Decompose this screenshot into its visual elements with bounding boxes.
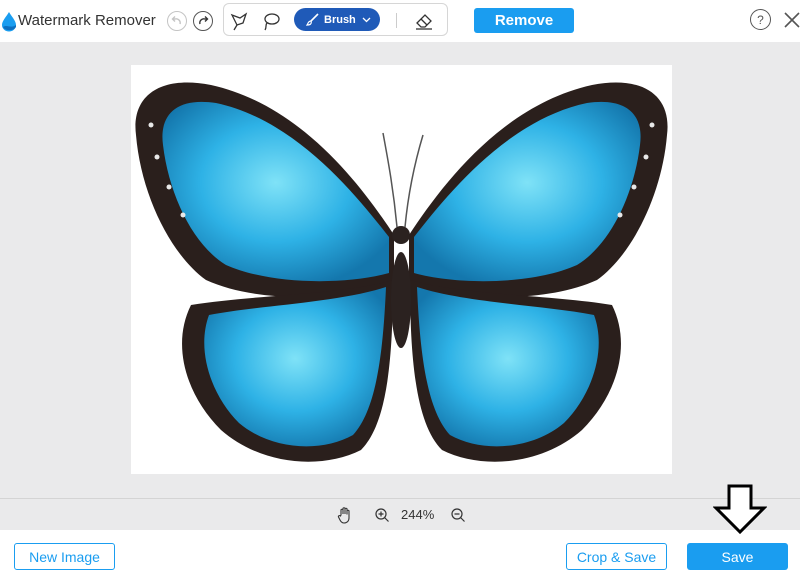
- zoom-controls-bar: 244%: [0, 498, 800, 530]
- butterfly-illustration: [135, 82, 668, 462]
- chevron-down-icon: [362, 17, 371, 22]
- brush-icon: [306, 13, 319, 26]
- save-button[interactable]: Save: [687, 543, 788, 570]
- help-button[interactable]: ?: [750, 9, 771, 30]
- undo-icon: [171, 16, 181, 25]
- close-icon[interactable]: [782, 10, 800, 30]
- polygonal-lasso-icon[interactable]: [229, 11, 249, 31]
- brush-tool-button[interactable]: Brush: [294, 8, 380, 31]
- remove-button[interactable]: Remove: [474, 8, 574, 33]
- down-arrow-icon: [713, 484, 767, 534]
- zoom-out-icon[interactable]: [450, 507, 466, 523]
- toolbar-divider: [396, 13, 397, 28]
- redo-icon: [199, 16, 209, 25]
- top-toolbar: Watermark Remover Brush Remove ?: [0, 0, 800, 42]
- water-drop-logo-icon: [2, 12, 16, 32]
- redo-button[interactable]: [193, 11, 213, 31]
- selection-tools-group: Brush: [223, 3, 448, 36]
- zoom-level: 244%: [401, 507, 435, 522]
- new-image-button[interactable]: New Image: [14, 543, 115, 570]
- editing-canvas[interactable]: [0, 42, 800, 498]
- lasso-icon[interactable]: [261, 11, 281, 31]
- watermark-remover-window: Watermark Remover Brush Remove ? 244% Ne…: [0, 0, 800, 572]
- hand-pan-icon[interactable]: [337, 506, 353, 524]
- zoom-in-icon[interactable]: [374, 507, 390, 523]
- bottom-action-bar: New Image Crop & Save Save: [0, 530, 800, 572]
- undo-button[interactable]: [167, 11, 187, 31]
- brush-label: Brush: [324, 13, 356, 26]
- eraser-icon[interactable]: [414, 11, 434, 31]
- app-title: Watermark Remover: [18, 12, 156, 29]
- crop-save-button[interactable]: Crop & Save: [566, 543, 667, 570]
- butterfly-image[interactable]: [131, 65, 672, 474]
